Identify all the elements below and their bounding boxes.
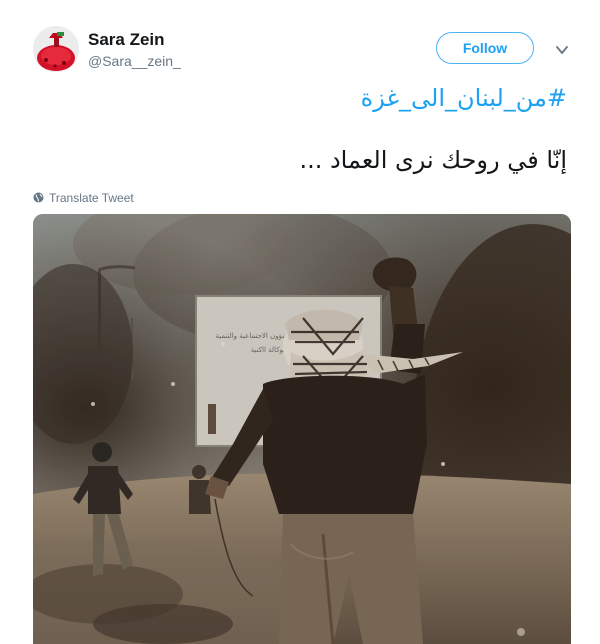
tweet-photo[interactable]: وزارة الشؤون الاجتماعية والتنمية الوكالة… (33, 214, 571, 644)
tweet-text: إنّا في روحك نرى العماد ... (299, 146, 567, 174)
globe-icon (33, 188, 44, 207)
hashtag-link[interactable]: #من_لبنان_الى_غزة (361, 84, 567, 112)
display-name[interactable]: Sara Zein (88, 30, 165, 50)
chevron-down-icon[interactable] (555, 42, 569, 56)
translate-tweet-label: Translate Tweet (49, 190, 134, 205)
tweet-card: Sara Zein @Sara__zein_ Follow #من_لبنان_… (0, 0, 600, 644)
follow-button[interactable]: Follow (436, 32, 534, 64)
avatar[interactable] (33, 26, 79, 72)
user-handle[interactable]: @Sara__zein_ (88, 53, 181, 69)
translate-tweet-link[interactable]: Translate Tweet (33, 188, 134, 207)
